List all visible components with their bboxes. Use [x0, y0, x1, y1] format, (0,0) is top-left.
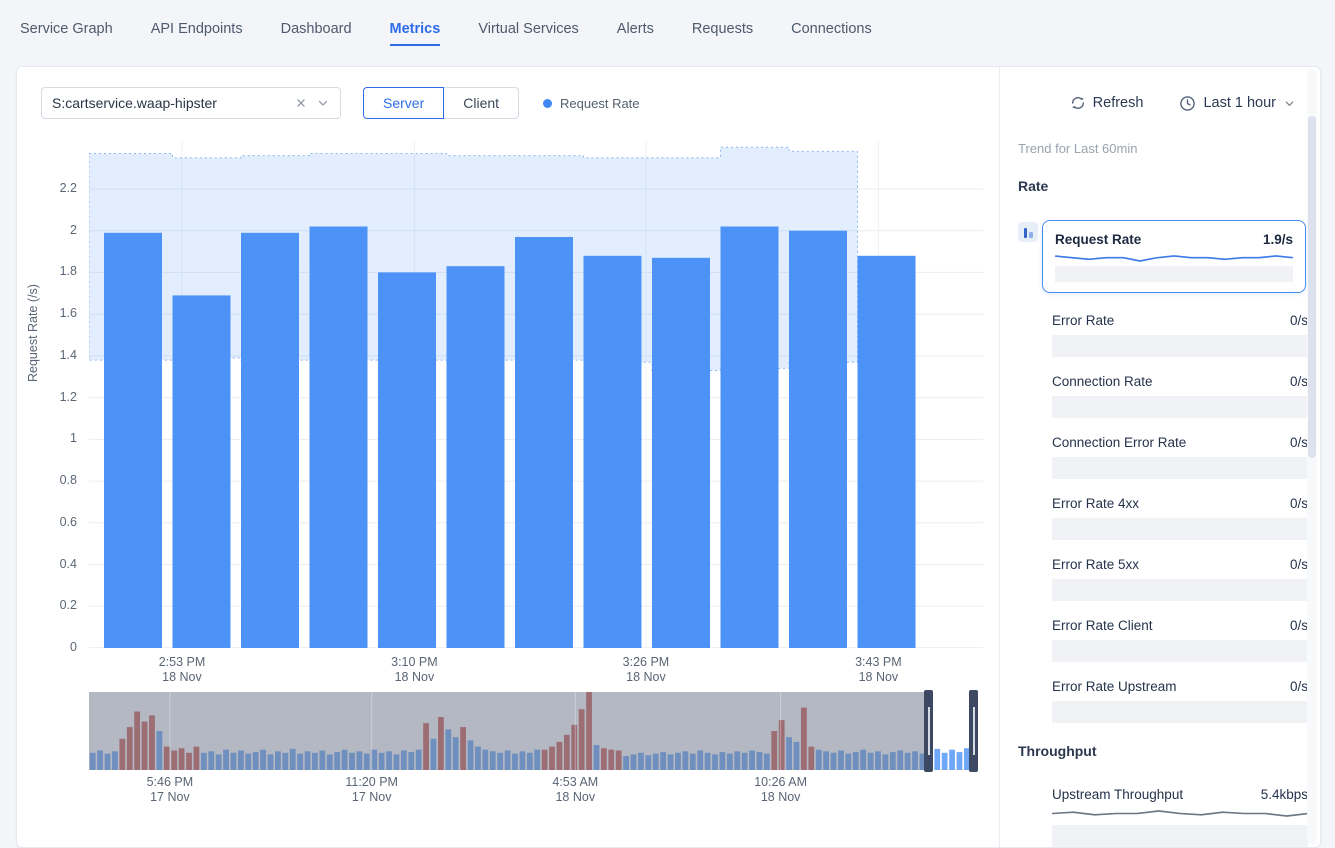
metric-label: Error Rate Client	[1052, 618, 1153, 633]
metric-value: 0/s	[1290, 435, 1308, 450]
metric-value: 0/s	[1290, 618, 1308, 633]
trend-sidebar: Trend for Last 60min Rate Request Rate 1.9…	[999, 67, 1319, 847]
metric-row-upstream-throughput[interactable]: Upstream Throughput 5.4kbps	[1052, 785, 1308, 847]
service-filter-select[interactable]: S:cartservice.waap-hipster	[41, 87, 341, 119]
brush-handle-right[interactable]	[969, 690, 978, 772]
metric-row-error-rate-upstream[interactable]: Error Rate Upstream 0/s	[1052, 677, 1308, 723]
sparkline-area	[1052, 396, 1308, 418]
nav-tab-alerts[interactable]: Alerts	[617, 21, 654, 46]
metric-label: Connection Error Rate	[1052, 435, 1186, 450]
sparkline-area	[1055, 266, 1293, 282]
metric-row-error-rate-client[interactable]: Error Rate Client 0/s	[1052, 616, 1308, 662]
legend-dot-icon	[543, 99, 552, 108]
brush-axis-labels: 5:46 PM17 Nov11:20 PM17 Nov4:53 AM18 Nov…	[89, 775, 978, 807]
metric-label: Error Rate	[1052, 313, 1114, 328]
section-heading-throughput: Throughput	[1018, 743, 1306, 759]
nav-tab-api-endpoints[interactable]: API Endpoints	[151, 21, 243, 46]
service-filter-value: S:cartservice.waap-hipster	[52, 95, 286, 111]
nav-tab-requests[interactable]: Requests	[692, 21, 753, 46]
metric-row-error-rate[interactable]: Error Rate 0/s	[1052, 311, 1308, 357]
chevron-down-icon[interactable]	[316, 96, 330, 110]
nav-tab-service-graph[interactable]: Service Graph	[20, 21, 113, 46]
metric-label: Upstream Throughput	[1052, 787, 1183, 802]
metric-card-request-rate[interactable]: Request Rate 1.9/s	[1042, 220, 1306, 293]
nav-tab-dashboard[interactable]: Dashboard	[281, 21, 352, 46]
trend-title: Trend for Last 60min	[1018, 141, 1306, 156]
bar-chart-icon	[1018, 222, 1038, 242]
metric-value: 0/s	[1290, 679, 1308, 694]
y-axis-tick-labels: 00.20.40.60.811.21.41.61.822.2	[35, 141, 85, 648]
metric-row-connection-error-rate[interactable]: Connection Error Rate 0/s	[1052, 433, 1308, 479]
brush-handle-left[interactable]	[924, 690, 933, 772]
metric-value: 5.4kbps	[1261, 787, 1308, 802]
metric-value: 0/s	[1290, 313, 1308, 328]
scrollbar-thumb[interactable]	[1308, 116, 1316, 458]
legend-label: Request Rate	[560, 96, 640, 111]
time-brush-chart[interactable]	[89, 692, 978, 770]
nav-tab-virtual-services[interactable]: Virtual Services	[478, 21, 578, 46]
metric-label: Request Rate	[1055, 232, 1141, 247]
server-tab-button[interactable]: Server	[363, 87, 444, 119]
nav-tab-connections[interactable]: Connections	[791, 21, 872, 46]
sparkline-area	[1052, 457, 1308, 479]
sparkline-area	[1052, 640, 1308, 662]
metric-value: 0/s	[1290, 374, 1308, 389]
x-axis-tick-labels: 2:53 PM18 Nov3:10 PM18 Nov3:26 PM18 Nov3…	[89, 655, 983, 687]
mode-toggle: Server Client	[363, 87, 519, 119]
metric-label: Error Rate 4xx	[1052, 496, 1139, 511]
chart-legend: Request Rate	[543, 96, 640, 111]
nav-tab-metrics[interactable]: Metrics	[390, 21, 441, 46]
sparkline-area	[1052, 825, 1308, 847]
sparkline-area	[1052, 701, 1308, 723]
sparkline-area	[1052, 579, 1308, 601]
main-panel: S:cartservice.waap-hipster Server Client…	[16, 66, 1321, 848]
clear-filter-icon[interactable]	[294, 96, 308, 110]
metric-value: 0/s	[1290, 496, 1308, 511]
metric-label: Error Rate 5xx	[1052, 557, 1139, 572]
metric-row-connection-rate[interactable]: Connection Rate 0/s	[1052, 372, 1308, 418]
metric-row-error-rate-5xx[interactable]: Error Rate 5xx 0/s	[1052, 555, 1308, 601]
metric-label: Error Rate Upstream	[1052, 679, 1177, 694]
client-tab-button[interactable]: Client	[443, 87, 519, 119]
metric-value: 1.9/s	[1263, 232, 1293, 247]
section-heading-rate: Rate	[1018, 178, 1306, 194]
sparkline-area	[1052, 518, 1308, 540]
scrollbar[interactable]	[1307, 69, 1317, 845]
sparkline-area	[1052, 335, 1308, 357]
metric-label: Connection Rate	[1052, 374, 1153, 389]
metric-value: 0/s	[1290, 557, 1308, 572]
request-rate-bar-chart[interactable]	[89, 141, 983, 648]
top-nav: Service Graph API Endpoints Dashboard Metri…	[0, 0, 1335, 60]
metric-row-error-rate-4xx[interactable]: Error Rate 4xx 0/s	[1052, 494, 1308, 540]
